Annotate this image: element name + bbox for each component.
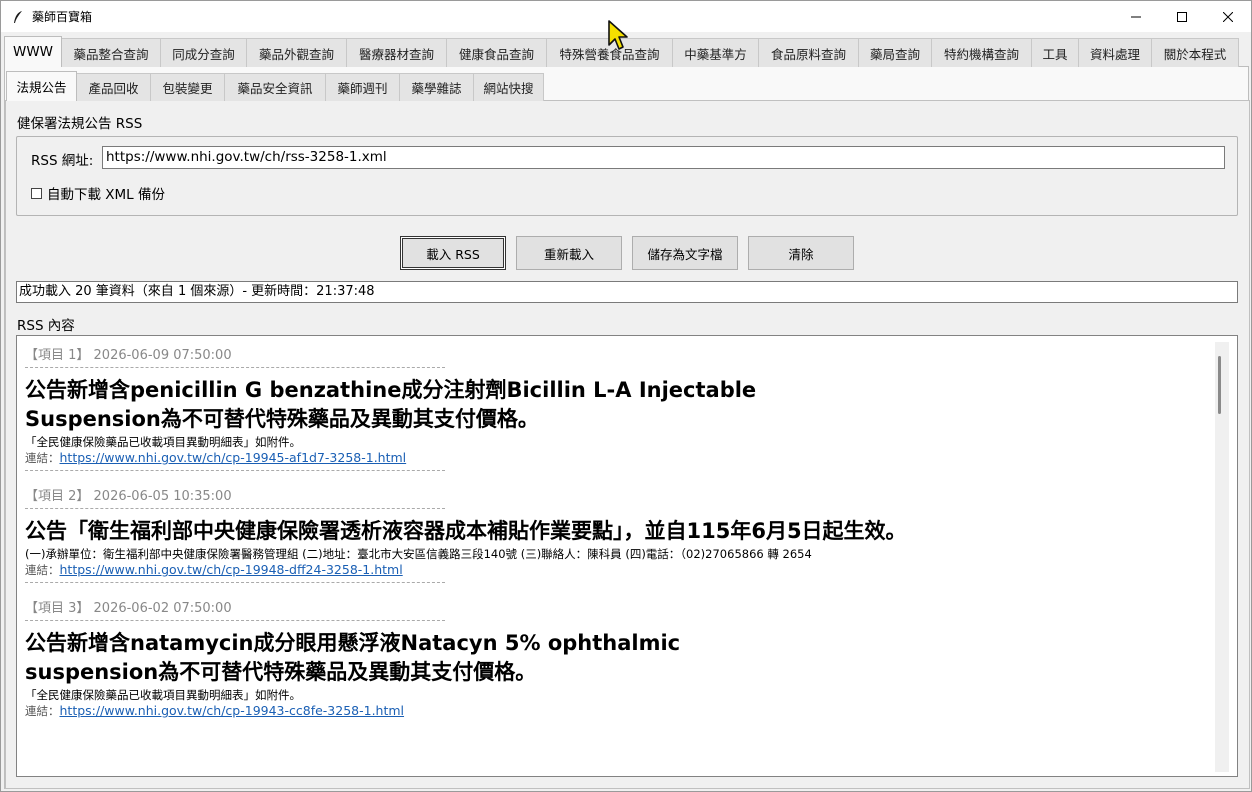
item-title-line: Suspension為不可替代特殊藥品及異動其支付價格。 xyxy=(25,407,539,431)
sub-tab-bar: 法規公告 產品回收 包裝變更 藥品安全資訊 藥師週刊 藥學雜誌 網站快搜 xyxy=(6,71,544,101)
tab-drug-safety-info[interactable]: 藥品安全資訊 xyxy=(224,73,326,101)
divider xyxy=(25,367,445,368)
item-link-row: 連結：https://www.nhi.gov.tw/ch/cp-19945-af… xyxy=(25,450,1215,466)
tab-data-processing[interactable]: 資料處理 xyxy=(1078,38,1152,67)
item-link[interactable]: https://www.nhi.gov.tw/ch/cp-19948-dff24… xyxy=(60,562,403,577)
tab-regulation-announcements[interactable]: 法規公告 xyxy=(6,71,77,101)
rss-item: 【項目 1】 2026-06-09 07:50:00 公告新增含penicill… xyxy=(25,344,1215,471)
item-link[interactable]: https://www.nhi.gov.tw/ch/cp-19943-cc8fe… xyxy=(60,703,405,718)
item-title-line: 公告新增含penicillin G benzathine成分注射劑Bicilli… xyxy=(25,378,757,402)
item-title: 公告新增含penicillin G benzathine成分注射劑Bicilli… xyxy=(25,376,1215,434)
tab-tools[interactable]: 工具 xyxy=(1031,38,1079,67)
link-prefix: 連結： xyxy=(25,704,60,718)
rss-item: 【項目 3】 2026-06-02 07:50:00 公告新增含natamyci… xyxy=(25,597,1215,719)
window-controls xyxy=(1113,1,1251,32)
close-icon xyxy=(1223,11,1233,22)
item-link[interactable]: https://www.nhi.gov.tw/ch/cp-19945-af1d7… xyxy=(60,450,407,465)
auto-download-checkbox[interactable] xyxy=(31,187,42,199)
scrollbar-thumb[interactable] xyxy=(1218,356,1221,414)
app-window: 藥師百寶箱 WWW 藥品整合查詢 同成分查詢 藥品外觀查詢 醫療器材查詢 健康食… xyxy=(0,0,1252,792)
tab-pharmacy-search[interactable]: 藥局查詢 xyxy=(858,38,932,67)
item-link-row: 連結：https://www.nhi.gov.tw/ch/cp-19948-df… xyxy=(25,562,1215,578)
tab-about[interactable]: 關於本程式 xyxy=(1151,38,1239,67)
divider xyxy=(25,620,445,621)
vertical-scrollbar[interactable] xyxy=(1215,342,1229,772)
clear-button[interactable]: 清除 xyxy=(748,236,854,270)
rss-item-list: 【項目 1】 2026-06-09 07:50:00 公告新增含penicill… xyxy=(25,336,1215,719)
save-text-file-button[interactable]: 儲存為文字檔 xyxy=(632,236,738,270)
tab-www[interactable]: WWW xyxy=(4,36,62,67)
item-title-line: suspension為不可替代特殊藥品及異動其支付價格。 xyxy=(25,660,537,684)
tab-product-recall[interactable]: 產品回收 xyxy=(76,73,151,101)
item-header: 【項目 1】 2026-06-09 07:50:00 xyxy=(25,348,232,363)
status-bar: 成功載入 20 筆資料（來自 1 個來源）- 更新時間：21:37:48 xyxy=(16,281,1238,303)
item-title-line: 公告「衛生福利部中央健康保險署透析液容器成本補貼作業要點」，並自115年6月5日… xyxy=(25,519,907,543)
item-title: 公告新增含natamycin成分眼用懸浮液Natacyn 5% ophthalm… xyxy=(25,629,1215,687)
divider xyxy=(25,470,445,471)
rss-item: 【項目 2】 2026-06-05 10:35:00 公告「衛生福利部中央健康保… xyxy=(25,485,1215,583)
mouse-cursor-icon xyxy=(608,20,628,50)
item-header: 【項目 2】 2026-06-05 10:35:00 xyxy=(25,489,232,504)
tab-website-quick-search[interactable]: 網站快搜 xyxy=(473,73,544,101)
tab-drug-integrated-search[interactable]: 藥品整合查詢 xyxy=(61,38,161,67)
item-title: 公告「衛生福利部中央健康保險署透析液容器成本補貼作業要點」，並自115年6月5日… xyxy=(25,517,1215,546)
item-description: 「全民健康保險藥品已收載項目異動明細表」如附件。 xyxy=(25,688,301,702)
window-title: 藥師百寶箱 xyxy=(32,10,93,24)
feather-icon xyxy=(10,9,26,25)
tab-same-ingredient-search[interactable]: 同成分查詢 xyxy=(160,38,247,67)
rss-url-input[interactable]: https://www.nhi.gov.tw/ch/rss-3258-1.xml xyxy=(102,146,1225,169)
link-prefix: 連結： xyxy=(25,451,60,465)
item-title-line: 公告新增含natamycin成分眼用懸浮液Natacyn 5% ophthalm… xyxy=(25,631,681,655)
rss-content-label: RSS 內容 xyxy=(17,318,75,334)
divider xyxy=(25,582,445,583)
tab-pharmacy-journal[interactable]: 藥學雜誌 xyxy=(399,73,474,101)
link-prefix: 連結： xyxy=(25,563,60,577)
item-link-row: 連結：https://www.nhi.gov.tw/ch/cp-19943-cc… xyxy=(25,703,1215,719)
tab-chinese-medicine-formula[interactable]: 中藥基準方 xyxy=(672,38,759,67)
rss-content-area[interactable]: 【項目 1】 2026-06-09 07:50:00 公告新增含penicill… xyxy=(16,335,1238,777)
rss-url-label: RSS 網址: xyxy=(31,153,94,169)
maximize-button[interactable] xyxy=(1159,1,1205,32)
auto-download-option[interactable]: 自動下載 XML 備份 xyxy=(31,183,165,203)
tab-contracted-institution-search[interactable]: 特約機構查詢 xyxy=(931,38,1032,67)
minimize-button[interactable] xyxy=(1113,1,1159,32)
rss-group-title: 健保署法規公告 RSS xyxy=(17,116,143,132)
tab-health-food-search[interactable]: 健康食品查詢 xyxy=(446,38,547,67)
item-header: 【項目 3】 2026-06-02 07:50:00 xyxy=(25,601,232,616)
divider xyxy=(25,508,445,509)
tab-packaging-change[interactable]: 包裝變更 xyxy=(150,73,225,101)
tab-pharmacist-weekly[interactable]: 藥師週刊 xyxy=(325,73,400,101)
tab-medical-device-search[interactable]: 醫療器材查詢 xyxy=(346,38,447,67)
minimize-icon xyxy=(1131,16,1141,17)
tab-food-ingredient-search[interactable]: 食品原料查詢 xyxy=(758,38,859,67)
maximize-icon xyxy=(1177,11,1187,22)
item-description: (一)承辦單位：衛生福利部中央健康保險署醫務管理組 (二)地址：臺北市大安區信義… xyxy=(25,547,812,561)
item-description: 「全民健康保險藥品已收載項目異動明細表」如附件。 xyxy=(25,435,301,449)
load-rss-button[interactable]: 載入 RSS xyxy=(400,236,506,270)
reload-button[interactable]: 重新載入 xyxy=(516,236,622,270)
close-button[interactable] xyxy=(1205,1,1251,32)
tab-drug-appearance-search[interactable]: 藥品外觀查詢 xyxy=(246,38,347,67)
auto-download-label: 自動下載 XML 備份 xyxy=(47,187,165,203)
